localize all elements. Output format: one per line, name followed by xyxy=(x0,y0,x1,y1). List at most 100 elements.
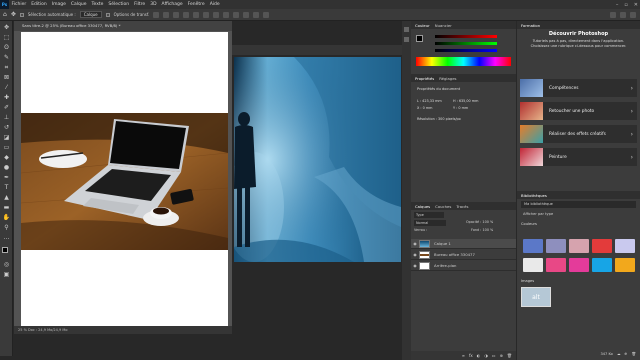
workspace-icon[interactable] xyxy=(620,11,626,18)
group-icon[interactable]: ▭ xyxy=(492,353,496,358)
eye-icon[interactable]: ◉ xyxy=(411,263,419,268)
fg-color-chip[interactable] xyxy=(416,35,423,42)
library-color-swatch[interactable] xyxy=(546,258,566,272)
minimize-icon[interactable]: – xyxy=(616,2,619,8)
y-value[interactable]: Y : 0 mm xyxy=(453,106,468,110)
learn-card-retouch[interactable]: Retoucher une photo › xyxy=(520,102,637,120)
link-layers-icon[interactable]: ∞ xyxy=(462,353,465,358)
tab-bibliotheques[interactable]: Bibliothèques xyxy=(521,193,547,198)
3d-slide-icon[interactable] xyxy=(263,11,270,18)
blur-tool-icon[interactable]: ◆ xyxy=(2,154,11,162)
move-tool-icon[interactable]: ✥ xyxy=(11,11,16,18)
tab-formation[interactable]: Formation xyxy=(521,23,540,28)
layer-row[interactable]: ◉ Calque 1 xyxy=(411,239,516,249)
move-tool-icon[interactable]: ✥ xyxy=(2,24,11,32)
quick-mask-icon[interactable]: ◎ xyxy=(2,261,11,269)
trash-icon[interactable]: 🗑 xyxy=(631,352,636,356)
actions-icon[interactable] xyxy=(404,37,409,42)
adjustment-icon[interactable]: ◑ xyxy=(484,353,488,358)
marquee-tool-icon[interactable]: ⬚ xyxy=(2,34,11,42)
screen-mode-icon[interactable]: ▣ xyxy=(2,271,11,279)
menu-aide[interactable]: Aide xyxy=(207,2,222,7)
library-color-swatch[interactable] xyxy=(546,239,566,253)
library-image-thumbnail[interactable]: alt xyxy=(521,287,551,307)
path-select-tool-icon[interactable]: ▲ xyxy=(2,194,11,202)
healing-brush-tool-icon[interactable]: ✚ xyxy=(2,94,11,102)
menu-fenetre[interactable]: Fenêtre xyxy=(185,2,207,7)
quick-select-tool-icon[interactable]: ✎ xyxy=(2,54,11,62)
maximize-icon[interactable]: ▫ xyxy=(624,2,627,8)
layer-mask-icon[interactable]: ◐ xyxy=(477,353,481,358)
library-color-swatch[interactable] xyxy=(569,239,589,253)
tab-couches[interactable]: Couches xyxy=(435,204,451,209)
eraser-tool-icon[interactable]: ◪ xyxy=(2,134,11,142)
green-slider[interactable] xyxy=(435,42,497,45)
align-bottom-icon[interactable] xyxy=(203,11,210,18)
library-color-swatch[interactable] xyxy=(615,239,635,253)
library-color-swatch[interactable] xyxy=(592,258,612,272)
auto-select-dropdown[interactable]: Calque xyxy=(79,11,102,18)
add-element-icon[interactable]: ⊕ xyxy=(624,352,627,356)
search-icon[interactable] xyxy=(610,11,616,18)
crop-tool-icon[interactable]: ⌗ xyxy=(2,64,11,72)
tab-calques[interactable]: Calques xyxy=(415,204,430,209)
dodge-tool-icon[interactable]: ● xyxy=(2,164,11,172)
history-icon[interactable] xyxy=(404,27,409,32)
menu-edition[interactable]: Edition xyxy=(29,2,50,7)
height-value[interactable]: H : 635,00 mm xyxy=(453,99,478,103)
share-icon[interactable] xyxy=(630,11,636,18)
view-by-dropdown[interactable]: Afficher par type xyxy=(521,211,636,218)
photoshop-logo-icon[interactable]: Ps xyxy=(0,0,9,9)
lasso-tool-icon[interactable]: ʘ xyxy=(2,44,11,52)
trash-icon[interactable]: 🗑 xyxy=(507,353,512,358)
align-middle-icon[interactable] xyxy=(193,11,200,18)
tab-traces[interactable]: Tracés xyxy=(456,204,468,209)
align-right-icon[interactable] xyxy=(173,11,180,18)
library-color-swatch[interactable] xyxy=(523,239,543,253)
learn-card-skills[interactable]: Compétences › xyxy=(520,79,637,97)
pen-tool-icon[interactable]: ✒ xyxy=(2,174,11,182)
x-value[interactable]: X : 0 mm xyxy=(417,106,432,110)
3d-roll-icon[interactable] xyxy=(243,11,250,18)
library-dropdown[interactable]: Ma bibliothèque xyxy=(521,201,636,208)
align-center-icon[interactable] xyxy=(163,11,170,18)
3d-pan-icon[interactable] xyxy=(253,11,260,18)
align-left-icon[interactable] xyxy=(153,11,160,18)
learn-card-creative-effects[interactable]: Réaliser des effets créatifs › xyxy=(520,125,637,143)
blue-slider[interactable] xyxy=(435,49,497,52)
width-value[interactable]: L : 423,33 mm xyxy=(417,99,442,103)
cloud-icon[interactable]: ☁ xyxy=(617,352,621,356)
color-spectrum[interactable] xyxy=(416,57,511,66)
eye-icon[interactable]: ◉ xyxy=(411,241,419,246)
shape-tool-icon[interactable]: ▬ xyxy=(2,204,11,212)
menu-3d[interactable]: 3D xyxy=(148,2,159,7)
fill-field[interactable]: Fond : 100 % xyxy=(471,228,493,232)
tab-proprietes[interactable]: Propriétés xyxy=(415,76,434,81)
3d-orbit-icon[interactable] xyxy=(233,11,240,18)
menu-fichier[interactable]: Fichier xyxy=(9,2,29,7)
clone-stamp-tool-icon[interactable]: ⊥ xyxy=(2,114,11,122)
distribute-icon[interactable] xyxy=(213,11,220,18)
library-color-swatch[interactable] xyxy=(615,258,635,272)
more-tools-icon[interactable]: … xyxy=(2,234,11,242)
library-color-swatch[interactable] xyxy=(569,258,589,272)
floating-document-titlebar[interactable] xyxy=(232,45,402,55)
layer-style-icon[interactable]: fx xyxy=(469,353,473,358)
blend-mode-dropdown[interactable]: Normal xyxy=(414,220,446,226)
transform-options-checkbox[interactable] xyxy=(105,12,110,17)
layer-row[interactable]: ◉ Bureau office 330477 xyxy=(411,250,516,260)
menu-image[interactable]: Image xyxy=(49,2,68,7)
menu-texte[interactable]: Texte xyxy=(89,2,106,7)
3d-mode-icon[interactable] xyxy=(223,11,230,18)
eye-icon[interactable]: ◉ xyxy=(411,252,419,257)
tab-nuancier[interactable]: Nuancier xyxy=(435,23,452,28)
tab-couleur[interactable]: Couleur xyxy=(415,23,430,28)
menu-calque[interactable]: Calque xyxy=(68,2,89,7)
new-layer-icon[interactable]: ⊕ xyxy=(500,353,503,358)
zoom-tool-icon[interactable]: ⚲ xyxy=(2,224,11,232)
foreground-color-swatch[interactable] xyxy=(2,247,8,253)
library-color-swatch[interactable] xyxy=(523,258,543,272)
gradient-tool-icon[interactable]: ▭ xyxy=(2,144,11,152)
layer-row[interactable]: ◉ Arrière-plan xyxy=(411,261,516,271)
history-brush-tool-icon[interactable]: ↺ xyxy=(2,124,11,132)
